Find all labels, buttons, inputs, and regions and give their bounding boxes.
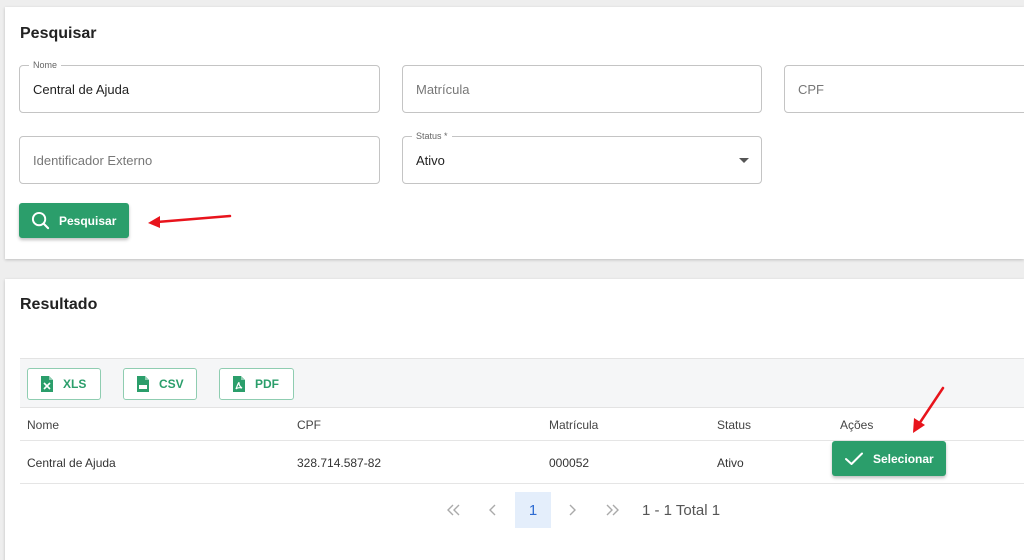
export-pdf-button[interactable]: PDF: [219, 368, 294, 400]
nome-value: Central de Ajuda: [33, 82, 130, 97]
pesquisar-button[interactable]: Pesquisar: [19, 203, 129, 238]
identificador-externo-placeholder: Identificador Externo: [33, 153, 153, 168]
export-csv-button[interactable]: CSV: [123, 368, 197, 400]
col-header-nome: Nome: [27, 418, 60, 432]
annotation-arrow-left: [148, 214, 232, 228]
annotation-arrow-down: [913, 386, 945, 433]
caret-down-icon: [739, 158, 749, 163]
last-page-icon: [606, 504, 619, 516]
col-header-matricula: Matrícula: [549, 418, 599, 432]
export-xls-label: XLS: [63, 377, 87, 391]
cell-status: Ativo: [717, 456, 744, 470]
first-page-icon: [447, 504, 460, 516]
last-page-button[interactable]: [594, 492, 630, 528]
pagination: 1 1 - 1 Total 1: [5, 492, 1024, 528]
col-header-status: Status: [717, 418, 752, 432]
col-header-cpf: CPF: [297, 418, 321, 432]
export-toolbar: XLS CSV PDF: [20, 358, 1024, 408]
pdf-file-icon: [233, 376, 245, 392]
xls-file-icon: [41, 376, 53, 392]
row-divider: [20, 483, 1024, 484]
pagination-info: 1 - 1 Total 1: [642, 502, 721, 519]
cpf-placeholder: CPF: [798, 82, 824, 97]
search-icon: [31, 211, 50, 230]
result-card: Resultado XLS CSV PDF Nome CPF Matrícula…: [5, 279, 1024, 560]
matricula-field[interactable]: Matrícula: [402, 65, 762, 113]
col-header-acoes: Ações: [840, 418, 874, 432]
csv-file-icon: [137, 376, 149, 392]
search-card: Pesquisar Nome Central de Ajuda Matrícul…: [5, 7, 1024, 259]
pesquisar-button-label: Pesquisar: [59, 213, 117, 228]
selecionar-button-label: Selecionar: [873, 451, 934, 466]
export-xls-button[interactable]: XLS: [27, 368, 101, 400]
nome-label: Nome: [29, 59, 62, 71]
check-icon: [845, 452, 863, 465]
matricula-placeholder: Matrícula: [416, 82, 470, 97]
search-title: Pesquisar: [20, 25, 97, 42]
result-title: Resultado: [20, 296, 98, 313]
cell-matricula: 000052: [549, 456, 590, 470]
identificador-externo-field[interactable]: Identificador Externo: [19, 136, 380, 184]
selecionar-button[interactable]: Selecionar: [832, 441, 946, 476]
page-1-button[interactable]: 1: [515, 492, 551, 528]
export-csv-label: CSV: [159, 377, 184, 391]
next-page-icon: [569, 504, 576, 516]
cell-cpf: 328.714.587-82: [297, 456, 382, 470]
next-page-button[interactable]: [554, 492, 590, 528]
cell-nome: Central de Ajuda: [27, 456, 116, 470]
prev-page-button[interactable]: [475, 492, 511, 528]
export-pdf-label: PDF: [255, 377, 279, 391]
status-label: Status *: [412, 130, 452, 142]
cpf-field[interactable]: CPF: [784, 65, 1024, 113]
nome-field[interactable]: Nome Central de Ajuda: [19, 59, 380, 113]
first-page-button[interactable]: [436, 492, 472, 528]
status-value: Ativo: [416, 153, 445, 168]
status-select[interactable]: Status * Ativo: [402, 130, 762, 184]
prev-page-icon: [489, 504, 496, 516]
